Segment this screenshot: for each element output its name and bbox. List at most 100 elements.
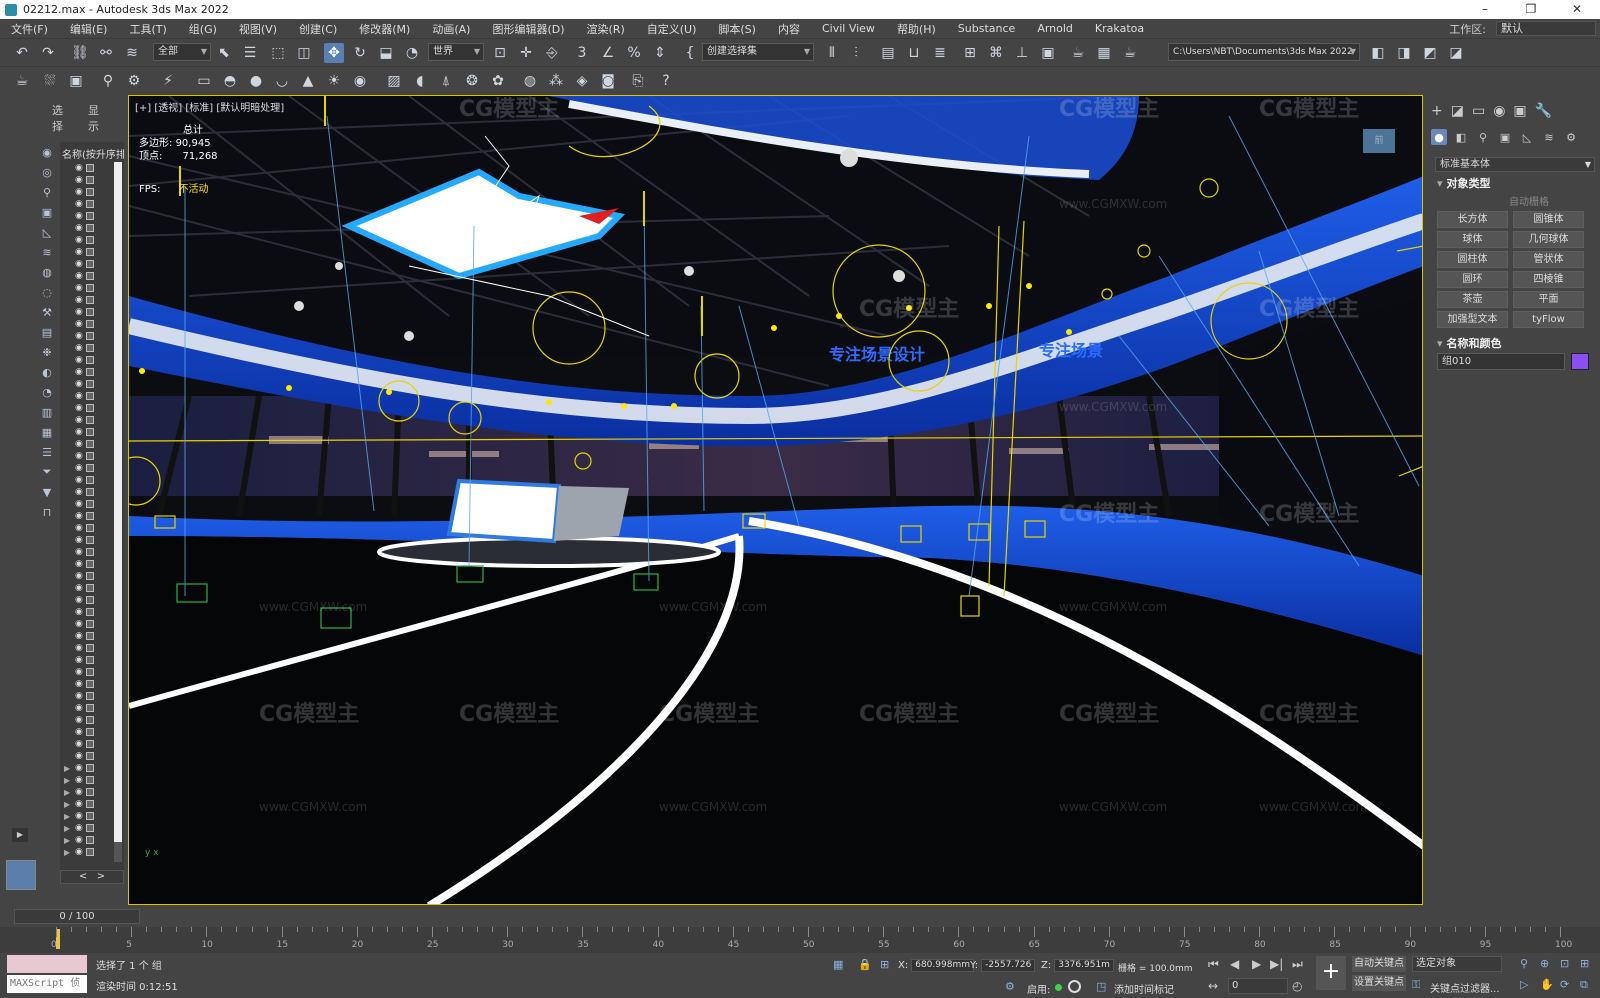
list-item[interactable]: ◉ (64, 162, 94, 174)
lock-icon[interactable]: 🔒 (858, 958, 872, 971)
list-item[interactable]: ◉ (64, 498, 94, 510)
link-icon[interactable]: ⛓ (70, 43, 90, 63)
curve-editor-icon[interactable]: ⊞ (960, 43, 980, 63)
project-folder-icon[interactable]: ◧ (1368, 43, 1388, 63)
box-button[interactable]: 长方体 (1437, 211, 1508, 228)
render-teapot-icon[interactable]: ☕ (1120, 43, 1140, 63)
zoom-extents-all-icon[interactable]: ⊞ (1580, 957, 1589, 970)
named-selection-select[interactable]: 创建选择集 ▼ (702, 43, 814, 61)
list-item[interactable]: ◉ (64, 210, 94, 222)
material-editor-icon[interactable]: ⊥ (1012, 43, 1032, 63)
expand-arrow-icon[interactable]: ▶ (64, 848, 72, 857)
project-path-select[interactable]: C:\Users\NBT\Documents\3ds Max 2022 ▼ (1168, 43, 1360, 61)
menu-customize[interactable]: 自定义(U) (636, 21, 708, 37)
list-item[interactable]: ◉ (64, 426, 94, 438)
tab-display[interactable]: 显示 (88, 102, 99, 134)
container-tool-icon[interactable]: ▤ (38, 324, 56, 340)
bind-spacewarp-icon[interactable]: ≋ (122, 43, 142, 63)
workspace-select[interactable]: 默认 (1496, 21, 1596, 36)
eye-icon[interactable]: ◉ (75, 463, 83, 473)
menu-create[interactable]: 创建(C) (288, 21, 348, 37)
eye-icon[interactable]: ◉ (75, 571, 83, 581)
maximize-button[interactable]: ❐ (1508, 0, 1554, 19)
eye-icon[interactable]: ◉ (75, 727, 83, 737)
render-setup-icon[interactable]: ▣ (1038, 43, 1058, 63)
list-item[interactable]: ◉ (64, 582, 94, 594)
rollout-object-type[interactable]: ▾ 对象类型 (1437, 175, 1491, 191)
tab-hierarchy[interactable]: ▭ (1472, 103, 1485, 119)
list-item[interactable]: ▶ ◉ (64, 846, 94, 858)
list-item[interactable]: ◉ (64, 294, 94, 306)
menu-help[interactable]: 帮助(H) (886, 21, 947, 37)
layer-explorer-icon[interactable]: ▤ (878, 43, 898, 63)
substance-icon[interactable]: ◈ (572, 71, 592, 91)
menu-civil-view[interactable]: Civil View (811, 22, 886, 35)
project-open-icon[interactable]: ◨ (1394, 43, 1414, 63)
time-config-icon[interactable]: ⚙ (1005, 980, 1015, 993)
list-tool-icon[interactable]: ☰ (38, 444, 56, 460)
plant-icon[interactable]: ✿ (488, 71, 508, 91)
time-config-clock-icon[interactable]: ◴ (1292, 979, 1302, 993)
expand-arrow-icon[interactable]: ▶ (64, 800, 72, 809)
list-item[interactable]: ◉ (64, 486, 94, 498)
ribbon-icon[interactable]: ⊔ (904, 43, 924, 63)
eye-icon[interactable]: ◉ (75, 799, 83, 809)
select-manipulate-icon[interactable]: ✛ (516, 43, 536, 63)
cone-button[interactable]: 圆锥体 (1513, 211, 1584, 228)
list-item[interactable]: ◉ (64, 534, 94, 546)
scene-hscroll[interactable]: < > (60, 870, 124, 884)
list-item[interactable]: ◉ (64, 342, 94, 354)
teapot-icon[interactable]: ☕ (12, 71, 32, 91)
project-settings-icon[interactable]: ◪ (1446, 43, 1466, 63)
eye-icon[interactable]: ◉ (75, 415, 83, 425)
perspective-viewport[interactable]: 专注场景设计 专注场景 CG模型主 CG模型主 CG模型主 CG模型主 CG模型… (128, 95, 1423, 905)
list-item[interactable]: ◉ (64, 462, 94, 474)
render-production-icon[interactable]: ▦ (1094, 43, 1114, 63)
select-tool-icon[interactable]: ◉ (38, 144, 56, 160)
menu-views[interactable]: 视图(V) (228, 21, 288, 37)
object-name-input[interactable]: 组010 (1437, 353, 1565, 370)
auto-key-button[interactable]: 自动关键点 (1352, 956, 1406, 972)
list-item[interactable]: ◉ (64, 246, 94, 258)
snap-toggle-icon[interactable]: 3 (572, 43, 592, 63)
eye-icon[interactable]: ◉ (75, 631, 83, 641)
fov-icon[interactable]: ▷ (1520, 978, 1528, 991)
eye-icon[interactable]: ◉ (75, 175, 83, 185)
eye-icon[interactable]: ◉ (75, 739, 83, 749)
list-item[interactable]: ◉ (64, 318, 94, 330)
project-save-icon[interactable]: ◩ (1420, 43, 1440, 63)
eye-icon[interactable]: ◉ (75, 283, 83, 293)
list-item[interactable]: ◉ (64, 714, 94, 726)
eye-icon[interactable]: ◉ (75, 247, 83, 257)
eye-icon[interactable]: ◉ (75, 607, 83, 617)
eye-icon[interactable]: ◉ (75, 499, 83, 509)
list-item[interactable]: ◉ (64, 186, 94, 198)
eye-icon[interactable]: ◉ (75, 403, 83, 413)
minimize-button[interactable]: – (1462, 0, 1508, 19)
eye-icon[interactable]: ◉ (75, 451, 83, 461)
list-item[interactable]: ▶ ◉ (64, 774, 94, 786)
scroll-left-icon[interactable]: < (79, 871, 87, 882)
rollout-name-color[interactable]: ▾ 名称和颜色 (1437, 335, 1502, 351)
timeline-ruler[interactable]: 0 5 10 15 20 25 30 35 40 45 50 55 60 65 70 75 80 85 90 95 10… (0, 927, 1600, 953)
tyflow-button[interactable]: tyFlow (1513, 311, 1584, 328)
eye-icon[interactable]: ◉ (75, 211, 83, 221)
cylinder-button[interactable]: 圆柱体 (1437, 251, 1508, 268)
eye-icon[interactable]: ◉ (75, 439, 83, 449)
menu-arnold[interactable]: Arnold (1026, 22, 1084, 35)
list-item[interactable]: ▶ ◉ (64, 822, 94, 834)
eye-icon[interactable]: ◉ (75, 331, 83, 341)
list-item[interactable]: ◉ (64, 438, 94, 450)
list-item[interactable]: ◉ (64, 306, 94, 318)
list-item[interactable]: ◉ (64, 630, 94, 642)
set-key-button[interactable]: 设置关键点 (1352, 975, 1406, 991)
category-select[interactable]: 标准基本体 ▼ (1435, 157, 1595, 172)
eye-icon[interactable]: ◉ (75, 703, 83, 713)
scene-explorer-icon[interactable]: ≣ (930, 43, 950, 63)
list-item[interactable]: ◉ (64, 258, 94, 270)
camera-icon[interactable]: ◙ (598, 71, 618, 91)
align-icon[interactable]: ⫶ (846, 43, 866, 63)
tab-create[interactable]: + (1431, 103, 1443, 119)
list-item[interactable]: ◉ (64, 570, 94, 582)
window-crossing-icon[interactable]: ◫ (294, 43, 314, 63)
